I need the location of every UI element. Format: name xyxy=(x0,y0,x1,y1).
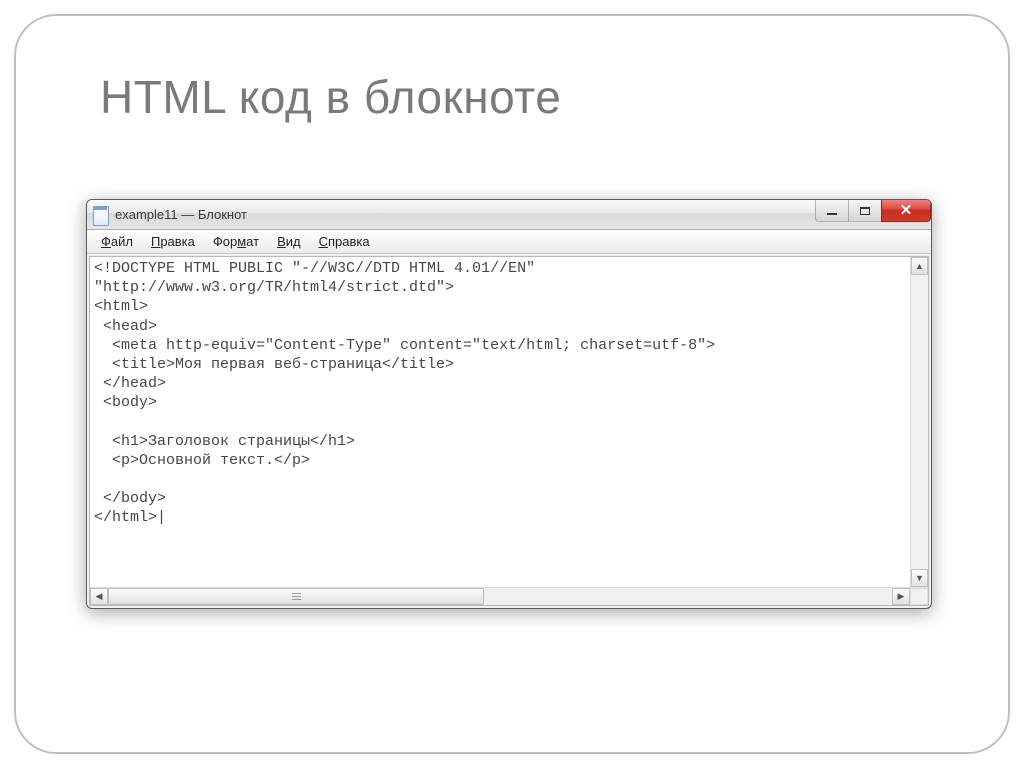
scroll-left-button[interactable]: ◀ xyxy=(90,588,108,605)
notepad-window: example11 — Блокнот ✕ Файл Правка Формат… xyxy=(86,199,932,609)
menu-format[interactable]: Формат xyxy=(205,232,267,251)
horizontal-scrollbar[interactable]: ◀ ▶ xyxy=(90,587,928,605)
editor-wrap: <!DOCTYPE HTML PUBLIC "-//W3C//DTD HTML … xyxy=(90,257,928,587)
scrollbar-corner xyxy=(910,588,928,605)
minimize-icon xyxy=(827,213,837,215)
vertical-scroll-track[interactable] xyxy=(911,275,928,569)
notepad-icon xyxy=(93,206,109,224)
vertical-scrollbar[interactable]: ▲ ▼ xyxy=(910,257,928,587)
menubar: Файл Правка Формат Вид Справка xyxy=(87,230,931,254)
close-icon: ✕ xyxy=(900,203,913,218)
menu-edit[interactable]: Правка xyxy=(143,232,203,251)
menu-view[interactable]: Вид xyxy=(269,232,309,251)
menu-file[interactable]: Файл xyxy=(93,232,141,251)
horizontal-scroll-thumb[interactable] xyxy=(108,588,484,605)
menu-help[interactable]: Справка xyxy=(311,232,378,251)
horizontal-scroll-track[interactable] xyxy=(108,588,892,605)
text-editor[interactable]: <!DOCTYPE HTML PUBLIC "-//W3C//DTD HTML … xyxy=(90,257,910,587)
scroll-right-button[interactable]: ▶ xyxy=(892,588,910,605)
grip-icon xyxy=(292,593,301,601)
window-controls: ✕ xyxy=(816,200,931,222)
scroll-up-button[interactable]: ▲ xyxy=(911,257,928,275)
minimize-button[interactable] xyxy=(815,200,849,222)
client-area: <!DOCTYPE HTML PUBLIC "-//W3C//DTD HTML … xyxy=(89,256,929,606)
close-button[interactable]: ✕ xyxy=(881,200,931,222)
scroll-down-button[interactable]: ▼ xyxy=(911,569,928,587)
slide-title: HTML код в блокноте xyxy=(100,70,561,124)
window-title: example11 — Блокнот xyxy=(115,207,247,222)
maximize-icon xyxy=(860,207,870,215)
maximize-button[interactable] xyxy=(848,200,882,222)
titlebar[interactable]: example11 — Блокнот ✕ xyxy=(87,200,931,230)
